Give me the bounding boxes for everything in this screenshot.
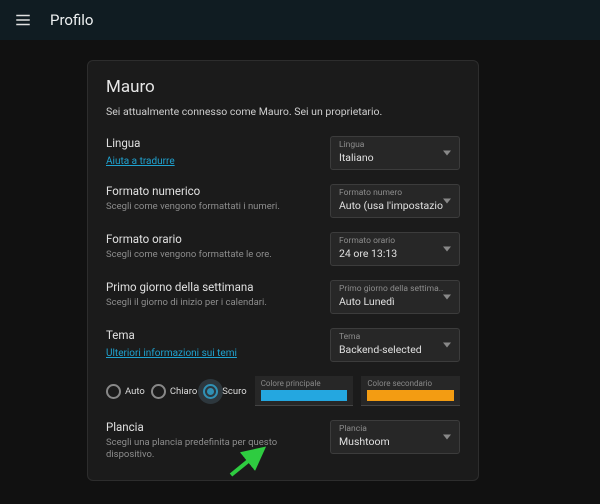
- number-format-select-label: Formato numero: [339, 188, 453, 198]
- app-header: Profilo: [0, 0, 600, 40]
- time-format-desc: Scegli come vengono formattate le ore.: [106, 249, 318, 261]
- theme-controls: Auto Chiaro Scuro Colore principale Colo…: [106, 376, 460, 406]
- profile-card: Mauro Sei attualmente connesso come Maur…: [87, 60, 479, 481]
- help-translate-link[interactable]: Aiuta a tradurre: [106, 156, 175, 167]
- theme-select-value: Backend-selected: [339, 343, 453, 356]
- secondary-color-picker[interactable]: Colore secondario: [361, 376, 460, 406]
- primary-color-picker[interactable]: Colore principale: [255, 376, 354, 406]
- content-area: Mauro Sei attualmente connesso come Maur…: [0, 40, 600, 504]
- time-format-title: Formato orario: [106, 232, 318, 246]
- number-format-desc: Scegli come vengono formattati i numeri.: [106, 201, 318, 213]
- language-select[interactable]: Lingua Italiano: [330, 136, 460, 170]
- radio-icon: [151, 384, 166, 399]
- theme-dark-label: Scuro: [222, 386, 246, 397]
- row-language: Lingua Aiuta a tradurre Lingua Italiano: [106, 136, 460, 170]
- menu-icon[interactable]: [14, 11, 32, 29]
- time-format-select-value: 24 ore 13:13: [339, 247, 453, 260]
- row-dashboard: Plancia Scegli una plancia predefinita p…: [106, 420, 460, 462]
- profile-name: Mauro: [106, 77, 460, 97]
- annotation-arrow-icon: [223, 441, 273, 481]
- primary-color-swatch: [261, 390, 348, 401]
- radio-icon: [106, 384, 121, 399]
- radio-selected-icon: [203, 384, 218, 399]
- number-format-select-value: Auto (usa l'impostazio: [339, 199, 453, 212]
- number-format-select[interactable]: Formato numero Auto (usa l'impostazio: [330, 184, 460, 218]
- time-format-select-label: Formato orario: [339, 236, 453, 246]
- theme-radio-dark[interactable]: Scuro: [203, 384, 246, 399]
- page-title: Profilo: [50, 11, 93, 29]
- theme-radio-group: Auto Chiaro Scuro: [106, 384, 247, 399]
- theme-auto-label: Auto: [125, 386, 145, 397]
- row-theme: Tema Ulteriori informazioni sui temi Tem…: [106, 328, 460, 362]
- first-day-select-label: Primo giorno della settima..: [339, 284, 453, 294]
- profile-subtitle: Sei attualmente connesso come Mauro. Sei…: [106, 105, 460, 118]
- first-day-select-value: Auto Lunedì: [339, 295, 453, 308]
- theme-select-label: Tema: [339, 332, 453, 342]
- theme-radio-auto[interactable]: Auto: [106, 384, 145, 399]
- language-select-label: Lingua: [339, 140, 453, 150]
- dashboard-select[interactable]: Plancia Mushtoom: [330, 420, 460, 454]
- primary-color-label: Colore principale: [261, 379, 348, 388]
- theme-radio-light[interactable]: Chiaro: [151, 384, 197, 399]
- first-day-select[interactable]: Primo giorno della settima.. Auto Lunedì: [330, 280, 460, 314]
- theme-light-label: Chiaro: [170, 386, 197, 397]
- theme-info-link[interactable]: Ulteriori informazioni sui temi: [106, 348, 237, 359]
- first-day-desc: Scegli il giorno di inizio per i calenda…: [106, 297, 318, 309]
- secondary-color-label: Colore secondario: [367, 379, 454, 388]
- theme-title: Tema: [106, 328, 318, 342]
- row-first-day: Primo giorno della settimana Scegli il g…: [106, 280, 460, 314]
- dashboard-desc: Scegli una plancia predefinita per quest…: [106, 437, 318, 462]
- language-select-value: Italiano: [339, 151, 453, 164]
- row-time-format: Formato orario Scegli come vengono forma…: [106, 232, 460, 266]
- first-day-title: Primo giorno della settimana: [106, 280, 318, 294]
- dashboard-select-label: Plancia: [339, 424, 453, 434]
- secondary-color-swatch: [367, 390, 454, 401]
- number-format-title: Formato numerico: [106, 184, 318, 198]
- dashboard-title: Plancia: [106, 420, 318, 434]
- theme-select[interactable]: Tema Backend-selected: [330, 328, 460, 362]
- time-format-select[interactable]: Formato orario 24 ore 13:13: [330, 232, 460, 266]
- row-number-format: Formato numerico Scegli come vengono for…: [106, 184, 460, 218]
- dashboard-select-value: Mushtoom: [339, 435, 453, 448]
- language-title: Lingua: [106, 136, 318, 150]
